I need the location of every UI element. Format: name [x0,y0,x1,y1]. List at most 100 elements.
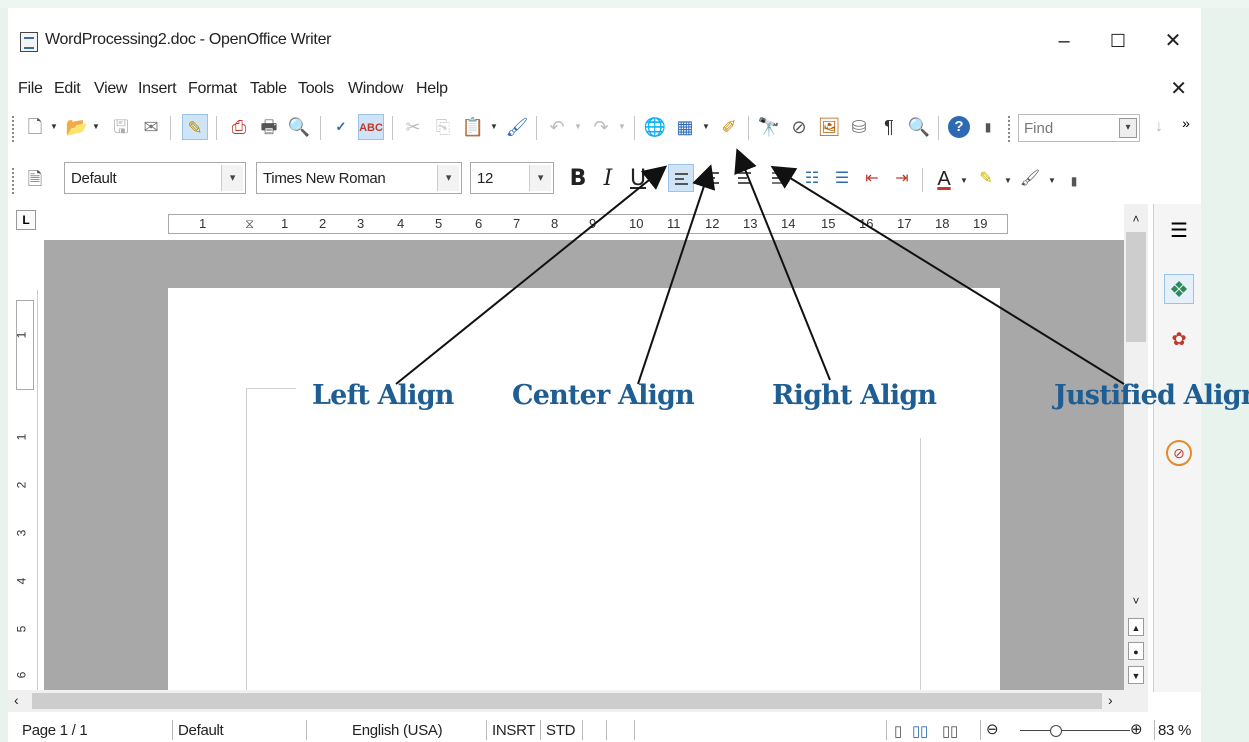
font-color-icon[interactable]: A [932,166,956,192]
tab-stop-selector[interactable]: L [16,210,36,230]
menu-file[interactable]: File [18,80,43,98]
close-button[interactable]: ✕ [1151,26,1195,56]
find-dropdown-icon[interactable]: ▾ [1119,118,1137,138]
status-selection-mode[interactable]: STD [546,722,575,739]
close-document-button[interactable]: ✕ [1170,76,1187,101]
document-page[interactable] [168,288,1000,698]
status-insert-mode[interactable]: INSRT [492,722,536,739]
table-dropdown-icon[interactable]: ▼ [702,122,710,131]
status-page-count[interactable]: Page 1 / 1 [22,722,88,739]
menu-insert[interactable]: Insert [138,80,177,98]
new-document-icon[interactable]: 🗋 [22,114,48,140]
navigator-compass-icon[interactable]: ⊘ [1166,440,1192,466]
clone-formatting-icon[interactable]: 🖌 [504,114,530,140]
status-language[interactable]: English (USA) [352,722,443,739]
status-zoom-level[interactable]: 83 % [1158,722,1191,739]
highlighting-dropdown-icon[interactable]: ▼ [1004,176,1012,185]
open-dropdown-icon[interactable]: ▼ [92,122,100,131]
email-icon[interactable]: ✉ [138,114,164,140]
multi-page-view-icon[interactable]: ▯▯ [912,722,928,740]
redo-icon[interactable]: ↷ [588,114,614,140]
toolbar-overflow-icon[interactable]: ▮ [982,114,994,140]
previous-page-icon[interactable]: ▲ [1128,618,1144,636]
italic-button[interactable]: I [596,166,620,192]
book-view-icon[interactable]: ▯▯ [942,722,958,740]
menu-view[interactable]: View [94,80,128,98]
zoom-icon[interactable]: 🔍 [906,114,932,140]
align-right-button[interactable] [732,164,758,192]
paste-dropdown-icon[interactable]: ▼ [490,122,498,131]
single-page-view-icon[interactable]: ▯ [894,722,902,740]
decrease-indent-icon[interactable]: ⇤ [860,166,884,192]
help-icon[interactable]: ? [948,116,970,138]
navigator-icon[interactable]: ⊘ [786,114,812,140]
print-icon[interactable]: 🖶 [256,114,282,140]
export-pdf-icon[interactable]: ⎙ [226,114,252,140]
chevron-down-icon[interactable]: ▾ [437,165,459,191]
vertical-scroll-thumb[interactable] [1126,232,1146,342]
styles-icon[interactable]: ✿ [1164,324,1194,354]
hyperlink-globe-icon[interactable]: 🌐 [642,114,668,140]
print-preview-icon[interactable]: 🔍 [286,114,312,140]
menu-format[interactable]: Format [188,80,237,98]
zoom-out-icon[interactable]: ⊖ [986,720,999,738]
find-next-icon[interactable]: ↓ [1146,114,1172,140]
open-folder-icon[interactable]: 📂 [64,114,90,140]
gallery-icon[interactable]: 🖼 [816,114,842,140]
undo-icon[interactable]: ↶ [544,114,570,140]
zoom-slider-track[interactable] [1020,730,1130,731]
find-toolbar-grip[interactable] [1008,116,1012,142]
indent-marker-icon[interactable]: ⧖ [245,216,254,232]
cut-icon[interactable]: ✂ [400,114,426,140]
horizontal-scrollbar[interactable]: ‹ › [8,690,1148,712]
horizontal-scroll-thumb[interactable] [32,693,1102,709]
bold-button[interactable]: B [566,166,590,192]
menu-help[interactable]: Help [416,80,448,98]
menu-edit[interactable]: Edit [54,80,81,98]
paragraph-style-select[interactable]: Default ▾ [64,162,246,194]
vertical-ruler[interactable]: 1 1 2 3 4 5 6 [14,290,38,690]
redo-dropdown-icon[interactable]: ▼ [618,122,626,131]
maximize-button[interactable]: ☐ [1096,26,1140,56]
next-page-icon[interactable]: ▼ [1128,666,1144,684]
formatting-marks-icon[interactable]: ¶ [876,114,902,140]
styles-formatting-icon[interactable]: 🗎 [22,166,48,192]
properties-icon[interactable]: ❖ [1164,274,1194,304]
vertical-scrollbar[interactable]: ˄ ˅ ▲ ● ▼ [1124,204,1148,692]
find-input[interactable]: Find ▾ [1018,114,1140,142]
toolbar-overflow-icon[interactable]: ▮ [1068,168,1080,194]
spellcheck-icon[interactable]: ✓ [328,114,354,140]
data-sources-icon[interactable]: ⛁ [846,114,872,140]
align-center-button[interactable] [700,164,726,192]
numbering-icon[interactable]: ☷ [800,166,824,192]
save-icon[interactable]: 🖫 [108,114,134,140]
scroll-right-icon[interactable]: › [1108,692,1113,708]
horizontal-ruler[interactable]: 1 ⧖ 1 2 3 4 5 6 7 8 9 10 11 12 13 14 15 … [168,214,1008,234]
sidebar-menu-icon[interactable]: ☰ [1164,216,1194,246]
minimize-button[interactable]: – [1042,26,1086,56]
chevron-down-icon[interactable]: ▾ [221,165,243,191]
bullets-icon[interactable]: ☰ [830,166,854,192]
menu-table[interactable]: Table [250,80,287,98]
menu-tools[interactable]: Tools [298,80,334,98]
autospellcheck-icon[interactable]: ABC [358,114,384,140]
zoom-in-icon[interactable]: ⊕ [1130,720,1143,738]
show-draw-functions-icon[interactable]: ✐ [716,114,742,140]
background-color-icon[interactable]: 🖌 [1018,166,1042,192]
align-left-button[interactable] [668,164,694,192]
status-page-style[interactable]: Default [178,722,224,739]
zoom-slider-handle[interactable] [1050,725,1062,737]
toolbar-grip[interactable] [12,116,16,142]
navigation-icon[interactable]: ● [1128,642,1144,660]
scroll-left-icon[interactable]: ‹ [14,692,19,708]
toolbar-grip[interactable] [12,168,16,194]
scroll-up-icon[interactable]: ˄ [1128,210,1144,228]
edit-file-icon[interactable]: ✎ [182,114,208,140]
font-size-select[interactable]: 12 ▾ [470,162,554,194]
paste-icon[interactable]: 📋 [460,114,486,140]
increase-indent-icon[interactable]: ⇥ [890,166,914,192]
background-color-dropdown-icon[interactable]: ▼ [1048,176,1056,185]
font-name-select[interactable]: Times New Roman ▾ [256,162,462,194]
font-color-dropdown-icon[interactable]: ▼ [960,176,968,185]
table-icon[interactable]: ▦ [672,114,698,140]
